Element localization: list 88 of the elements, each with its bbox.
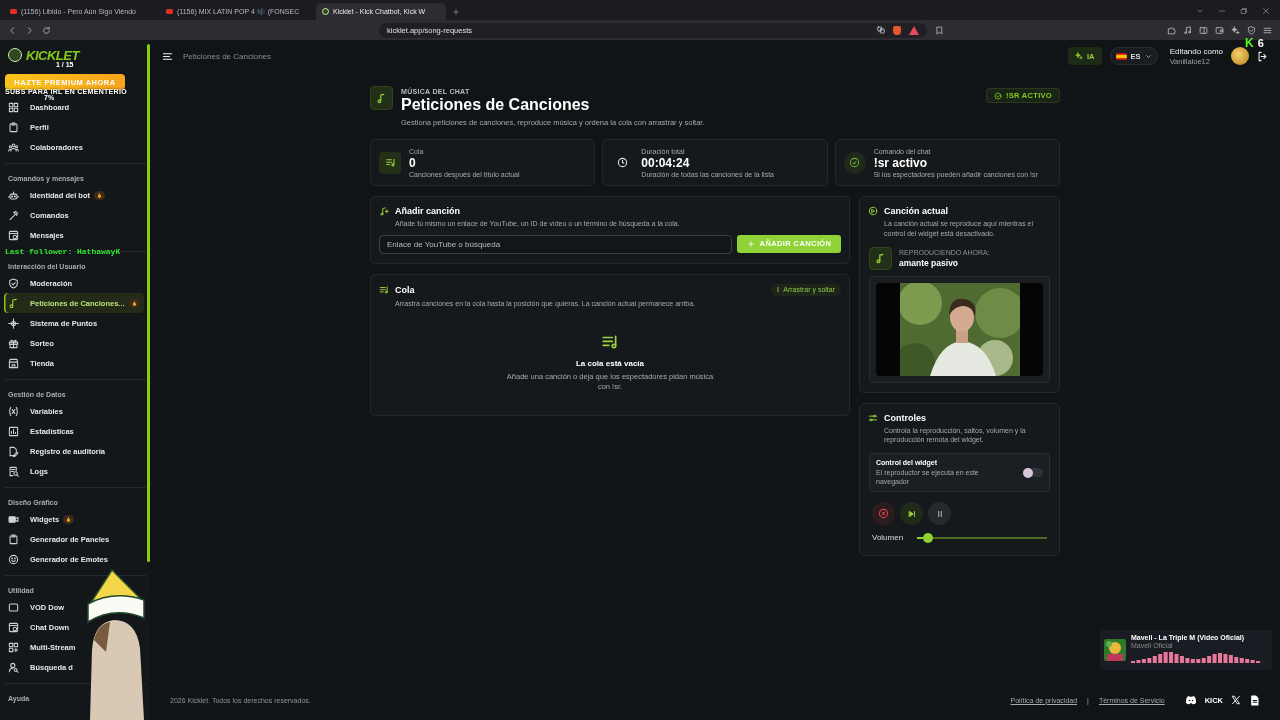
forward-icon[interactable] bbox=[25, 25, 34, 35]
calendar-icon bbox=[8, 621, 19, 633]
avatar[interactable] bbox=[1231, 47, 1249, 65]
x-circle-icon bbox=[878, 508, 889, 520]
playlist-icon bbox=[379, 284, 389, 295]
overlay-counter: 6 bbox=[1257, 37, 1264, 49]
logo-text: KICKLET bbox=[26, 47, 79, 63]
music-note-icon bbox=[869, 246, 892, 270]
playlist-icon bbox=[379, 151, 401, 174]
wallet-icon[interactable] bbox=[1215, 25, 1224, 35]
check-circle-icon bbox=[993, 91, 1002, 100]
translate-icon[interactable] bbox=[877, 26, 885, 34]
bookmark-icon[interactable] bbox=[935, 25, 944, 35]
x-icon[interactable] bbox=[1231, 695, 1241, 705]
editing-label: Editando como bbox=[1169, 46, 1223, 56]
skip-icon bbox=[906, 508, 917, 519]
follower-overlay: Last follower: HathawayK bbox=[5, 247, 121, 256]
people-icon bbox=[8, 141, 19, 153]
card-title: Controles bbox=[884, 412, 926, 423]
chevron-icon bbox=[1144, 52, 1152, 60]
robot-icon bbox=[8, 189, 19, 201]
grid-plus-icon bbox=[8, 641, 19, 653]
sidebar-icon[interactable] bbox=[1199, 25, 1208, 35]
plus-icon bbox=[746, 239, 755, 248]
shield-icon[interactable] bbox=[1247, 25, 1256, 35]
grid-icon bbox=[8, 101, 19, 113]
stat-value: 00:04:24 bbox=[641, 155, 691, 170]
close-icon[interactable] bbox=[1262, 7, 1270, 15]
card-title: Cola bbox=[395, 284, 415, 295]
clipboard-icon bbox=[8, 533, 19, 545]
crosshair-icon bbox=[8, 317, 19, 329]
song-title: amante pasivo bbox=[899, 257, 960, 268]
remove-button[interactable] bbox=[872, 502, 895, 526]
volume-label: Volumen bbox=[872, 533, 904, 543]
restore-icon[interactable] bbox=[1240, 7, 1248, 15]
store-icon bbox=[8, 357, 19, 369]
music-note-icon bbox=[370, 86, 393, 110]
pause-button[interactable] bbox=[928, 502, 951, 526]
shield-icon bbox=[8, 277, 19, 289]
hammer-icon bbox=[8, 209, 19, 221]
card-title: Añadir canción bbox=[395, 206, 460, 216]
puzzle-icon[interactable] bbox=[1167, 25, 1176, 35]
document-search-icon bbox=[8, 465, 19, 477]
search-field[interactable]: Enlace de YouTube o búsqueda bbox=[379, 234, 732, 254]
sparkle-icon[interactable] bbox=[1231, 25, 1240, 35]
breadcrumb: Peticiones de Canciones bbox=[183, 51, 272, 61]
stat-value: 0 bbox=[409, 155, 417, 170]
page-title: Peticiones de Canciones bbox=[401, 96, 591, 114]
skip-button[interactable] bbox=[900, 502, 923, 526]
toggle-switch[interactable] bbox=[1023, 468, 1043, 478]
play-circle-icon bbox=[868, 206, 878, 216]
calendar-icon bbox=[8, 229, 19, 241]
plus-icon[interactable] bbox=[452, 8, 460, 16]
music-plus-icon bbox=[379, 206, 389, 216]
slider-thumb[interactable] bbox=[922, 532, 933, 543]
music-icon[interactable] bbox=[1183, 25, 1192, 35]
function-icon bbox=[8, 405, 19, 417]
shield-icon[interactable] bbox=[893, 25, 901, 35]
back-icon[interactable] bbox=[8, 25, 17, 35]
check-circle-icon bbox=[843, 151, 866, 174]
video-logo-icon bbox=[10, 9, 17, 14]
video-camera-icon bbox=[8, 513, 19, 525]
user-search-icon bbox=[8, 661, 19, 673]
document-edit-icon bbox=[8, 445, 19, 457]
clipboard-icon bbox=[8, 121, 19, 133]
card-title: Canción actual bbox=[884, 206, 948, 216]
video-player[interactable] bbox=[876, 282, 1043, 376]
triangle-icon[interactable] bbox=[909, 25, 919, 35]
gift-icon bbox=[8, 337, 19, 349]
document-icon[interactable] bbox=[1249, 694, 1260, 706]
menu-icon[interactable] bbox=[162, 50, 173, 62]
sparkle-icon bbox=[1074, 52, 1083, 60]
screen-icon bbox=[8, 601, 19, 613]
sliders-icon bbox=[868, 412, 878, 423]
chart-icon bbox=[8, 425, 19, 437]
logout-icon[interactable] bbox=[1257, 50, 1268, 62]
chevron-icon[interactable] bbox=[1196, 7, 1204, 15]
smiley-icon bbox=[8, 553, 19, 565]
logo-icon bbox=[322, 8, 329, 15]
reload-icon[interactable] bbox=[42, 25, 51, 35]
scrollbar-thumb[interactable] bbox=[147, 44, 150, 562]
flag-icon bbox=[1115, 52, 1127, 60]
stat-value: !sr activo bbox=[873, 155, 928, 170]
music-note-icon bbox=[8, 297, 19, 309]
video-logo-icon bbox=[166, 9, 173, 14]
empty-title: La cola está vacía bbox=[575, 358, 644, 368]
kick-mark: K bbox=[1245, 36, 1254, 50]
logo-badge-icon bbox=[8, 48, 22, 62]
